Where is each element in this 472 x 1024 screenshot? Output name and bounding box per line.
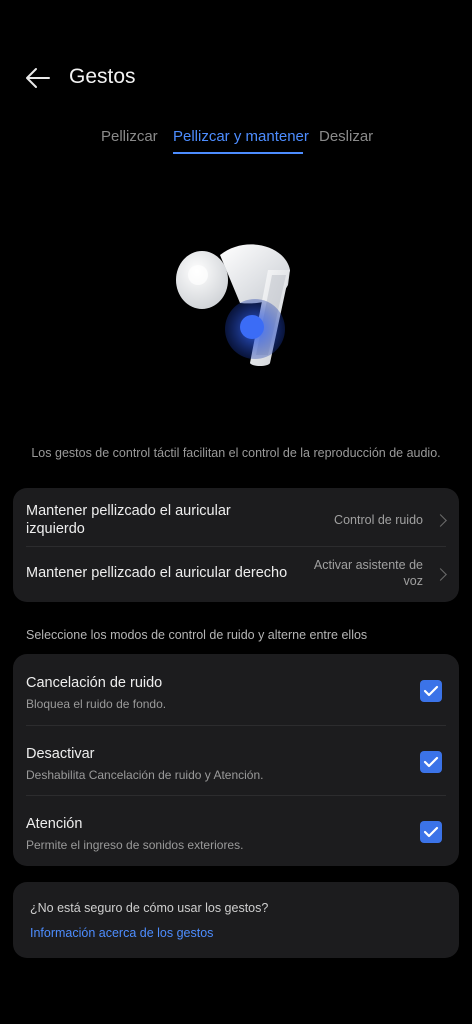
checkmark-icon <box>423 685 439 697</box>
right-earbud-setting[interactable]: Mantener pellizcado el auricular derecho… <box>13 546 459 602</box>
noise-mode-desactivar[interactable]: Desactivar Deshabilita Cancelación de ru… <box>13 725 459 793</box>
noise-mode-cancelacion[interactable]: Cancelación de ruido Bloquea el ruido de… <box>13 654 459 722</box>
page-title: Gestos <box>69 65 136 88</box>
noise-mode-title: Atención <box>26 816 83 832</box>
gestures-description: Los gestos de control táctil facilitan e… <box>31 446 441 460</box>
chevron-right-icon <box>434 568 447 581</box>
tab-pellizcar-y-mantener[interactable]: Pellizcar y mantener <box>173 128 309 145</box>
gestures-info-link[interactable]: Información acerca de los gestos <box>30 926 213 940</box>
header: Gestos <box>0 52 472 104</box>
help-card: ¿No está seguro de cómo usar los gestos?… <box>13 882 459 958</box>
noise-mode-title: Cancelación de ruido <box>26 675 163 691</box>
checkmark-icon <box>423 826 439 838</box>
active-tab-indicator <box>173 152 303 154</box>
back-button[interactable] <box>22 64 54 92</box>
left-earbud-setting[interactable]: Mantener pellizcado el auricular izquier… <box>13 488 459 546</box>
noise-section-label: Seleccione los modos de control de ruido… <box>26 628 368 642</box>
right-earbud-label: Mantener pellizcado el auricular derecho <box>26 565 288 581</box>
arrow-left-icon <box>26 68 50 88</box>
tab-pellizcar[interactable]: Pellizcar <box>101 128 158 145</box>
noise-mode-subtitle: Deshabilita Cancelación de ruido y Atenc… <box>26 768 264 782</box>
noise-mode-checkbox[interactable] <box>420 821 442 843</box>
noise-mode-checkbox[interactable] <box>420 751 442 773</box>
checkmark-icon <box>423 756 439 768</box>
chevron-right-icon <box>434 514 447 527</box>
noise-mode-atencion[interactable]: Atención Permite el ingreso de sonidos e… <box>13 795 459 863</box>
gesture-settings-card: Mantener pellizcado el auricular izquier… <box>13 488 459 602</box>
tab-deslizar[interactable]: Deslizar <box>319 128 373 145</box>
earbud-illustration <box>176 244 290 366</box>
left-earbud-value: Control de ruido <box>334 513 423 527</box>
noise-mode-title: Desactivar <box>26 746 95 762</box>
noise-modes-card: Cancelación de ruido Bloquea el ruido de… <box>13 654 459 866</box>
noise-mode-subtitle: Permite el ingreso de sonidos exteriores… <box>26 838 244 852</box>
noise-mode-checkbox[interactable] <box>420 680 442 702</box>
noise-mode-subtitle: Bloquea el ruido de fondo. <box>26 697 167 711</box>
left-earbud-label-line2: izquierdo <box>26 521 85 537</box>
right-earbud-value-line1: Activar asistente de <box>313 558 423 572</box>
right-earbud-value-line2: voz <box>403 574 423 588</box>
help-question: ¿No está seguro de cómo usar los gestos? <box>30 901 269 915</box>
left-earbud-label-line1: Mantener pellizcado el auricular <box>26 503 231 519</box>
